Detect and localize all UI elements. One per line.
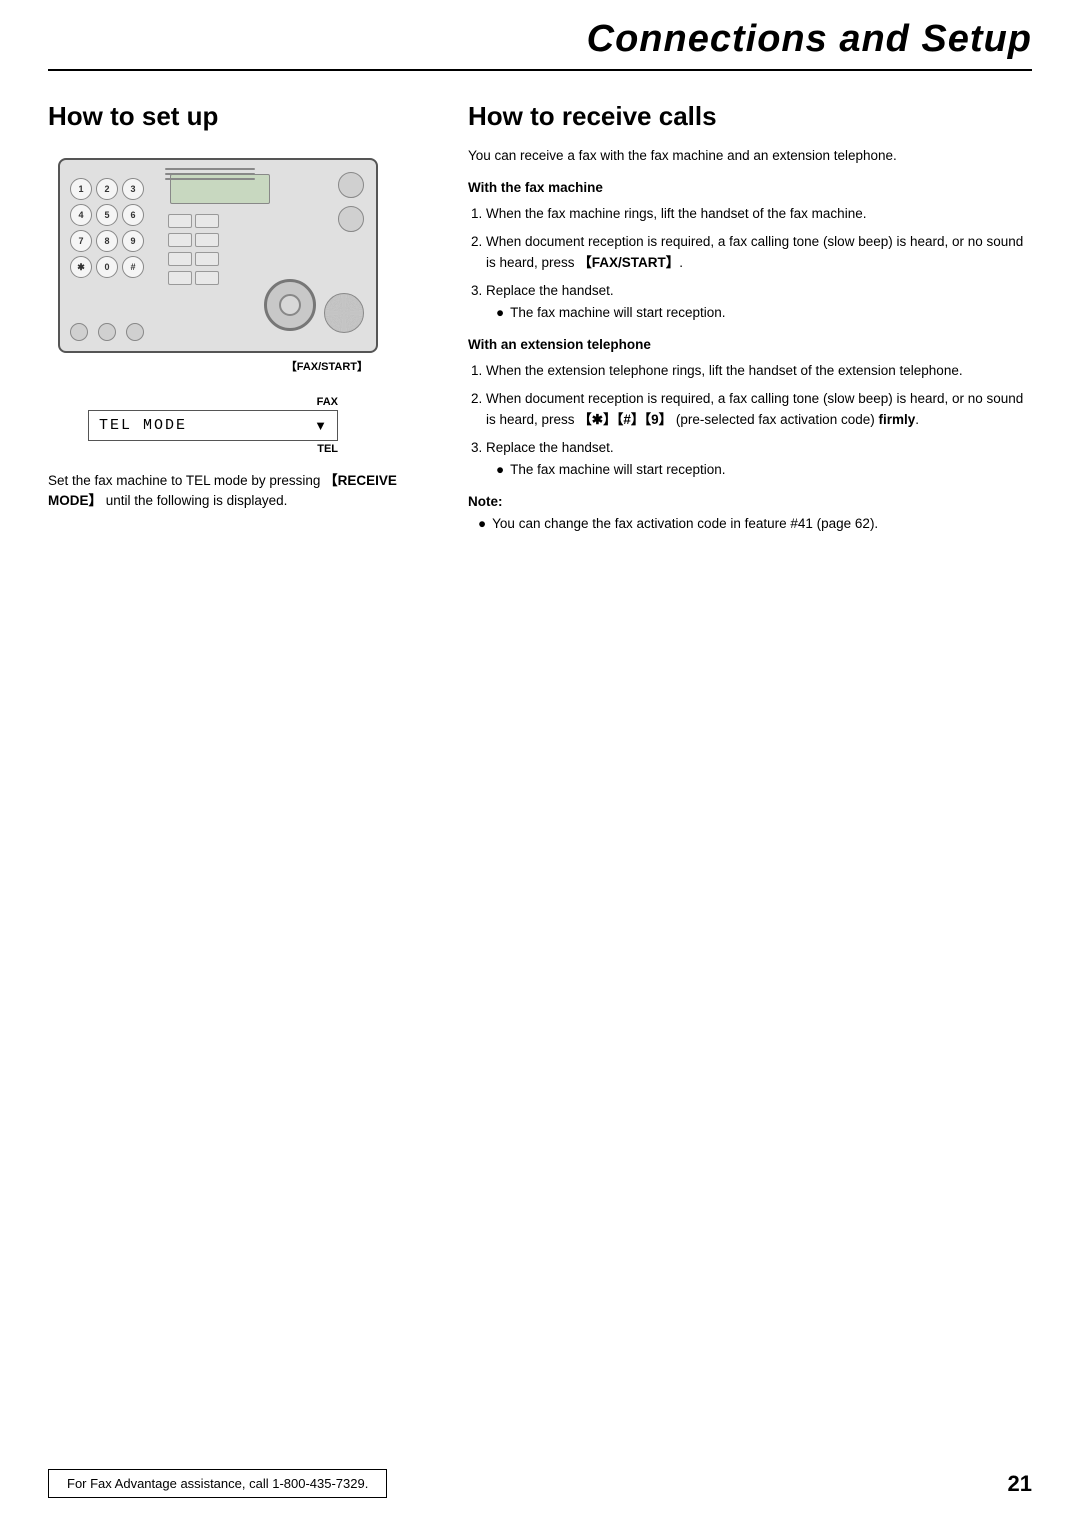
fax-indicator-label: FAX [317,396,338,408]
fax-start-label: 【FAX/START】 [286,361,368,373]
fax-bottom-circle-1 [70,323,88,341]
fax-bullet-1: The fax machine will start reception. [496,302,1032,324]
fax-btn-1 [168,214,192,228]
ext-bullet-1: The fax machine will start reception. [496,459,1032,481]
fax-diagram-wrapper: 【RECEIVE MODE】 1 2 3 4 5 6 [58,158,398,455]
extension-subheading: With an extension telephone [468,337,1032,352]
ext-bullet-list: The fax machine will start reception. [496,459,1032,481]
key-2: 2 [96,178,118,200]
fax-bottom-area [70,323,144,341]
fax-line-1 [165,168,255,170]
fax-right-btn-1 [338,172,364,198]
fax-machine-steps: When the fax machine rings, lift the han… [486,203,1032,323]
page-title: Connections and Setup [587,18,1032,60]
footer-assistance-text: For Fax Advantage assistance, call 1-800… [67,1476,368,1491]
key-7: 7 [70,230,92,252]
tel-mode-container: FAX TEL MODE ▼ TEL [88,396,368,455]
key-3: 3 [122,178,144,200]
fax-bullet-list: The fax machine will start reception. [496,302,1032,324]
fax-bottom-circle-3 [126,323,144,341]
fax-step-3: Replace the handset. The fax machine wil… [486,280,1032,323]
fax-btn-8 [195,271,219,285]
key-6: 6 [122,204,144,226]
left-section-heading: How to set up [48,101,428,132]
fax-nav-wheel [264,279,316,331]
fax-nav-wheel-inner [279,294,301,316]
key-4: 4 [70,204,92,226]
fax-paper-lines [165,168,255,180]
footer-assistance: For Fax Advantage assistance, call 1-800… [48,1469,387,1498]
intro-text: You can receive a fax with the fax machi… [468,146,1032,166]
header: Connections and Setup [0,0,1080,61]
key-9: 9 [122,230,144,252]
setup-text-2: until the following is displayed. [106,493,288,508]
fax-btn-3 [168,233,192,247]
ext-step-1: When the extension telephone rings, lift… [486,360,1032,382]
tel-mode-display-text: TEL MODE [99,417,187,434]
fax-machine-subheading: With the fax machine [468,180,1032,195]
right-column: How to receive calls You can receive a f… [468,101,1032,535]
fax-keypad: 1 2 3 4 5 6 7 8 9 ✱ 0 # [70,178,144,278]
fax-btn-2 [195,214,219,228]
note-bullet-list: You can change the fax activation code i… [478,513,1032,535]
footer: For Fax Advantage assistance, call 1-800… [48,1469,1032,1498]
fax-btn-7 [168,271,192,285]
key-0: 0 [96,256,118,278]
fax-bottom-circle-2 [98,323,116,341]
fax-btn-5 [168,252,192,266]
extension-section: With an extension telephone When the ext… [468,337,1032,480]
tel-indicator-label: TEL [88,443,338,455]
fax-step-1: When the fax machine rings, lift the han… [486,203,1032,225]
tel-mode-display-box: TEL MODE ▼ [88,410,338,441]
key-star: ✱ [70,256,92,278]
page-container: Connections and Setup How to set up 【REC… [0,0,1080,1526]
key-hash: # [122,256,144,278]
right-section-heading: How to receive calls [468,101,1032,132]
ext-step-3: Replace the handset. The fax machine wil… [486,437,1032,480]
left-column: How to set up 【RECEIVE MODE】 1 2 [48,101,428,535]
note-heading: Note: [468,494,1032,509]
fax-speaker [324,293,364,333]
content-area: How to set up 【RECEIVE MODE】 1 2 [0,71,1080,535]
key-5: 5 [96,204,118,226]
extension-steps: When the extension telephone rings, lift… [486,360,1032,480]
tel-mode-arrow: ▼ [314,418,327,433]
fax-line-2 [165,173,255,175]
footer-page-number: 21 [1008,1471,1032,1497]
note-section: Note: You can change the fax activation … [468,494,1032,535]
fax-machine-illustration: 1 2 3 4 5 6 7 8 9 ✱ 0 # [58,158,378,353]
ext-step-2: When document reception is required, a f… [486,388,1032,431]
fax-right-buttons [338,172,364,232]
fax-step-2: When document reception is required, a f… [486,231,1032,274]
fax-mid-buttons [168,214,219,287]
setup-text-1: Set the fax machine to TEL mode by press… [48,473,320,488]
fax-right-btn-2 [338,206,364,232]
fax-machine-section: With the fax machine When the fax machin… [468,180,1032,323]
note-bullet-1: You can change the fax activation code i… [478,513,1032,535]
fax-btn-4 [195,233,219,247]
key-8: 8 [96,230,118,252]
setup-text: Set the fax machine to TEL mode by press… [48,471,428,512]
fax-line-3 [165,178,255,180]
key-1: 1 [70,178,92,200]
fax-btn-6 [195,252,219,266]
